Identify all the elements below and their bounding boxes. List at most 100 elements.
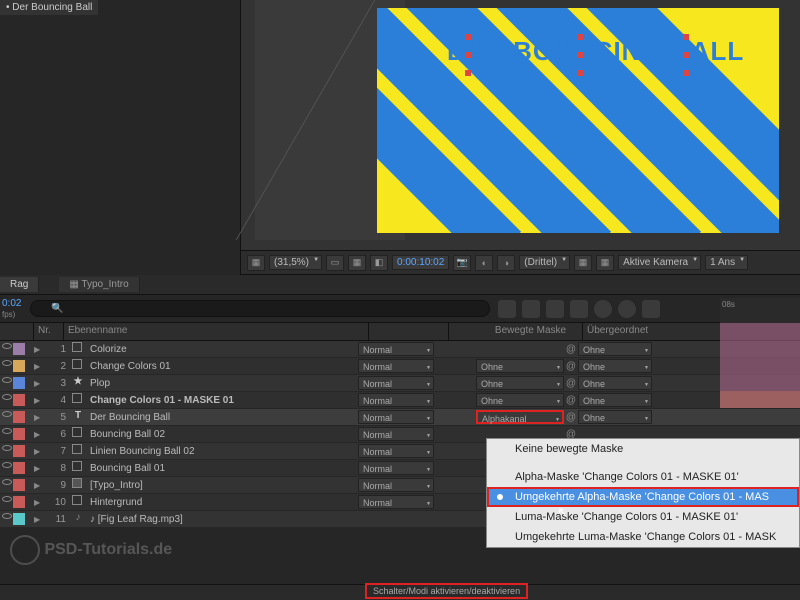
trkmat-dropdown-menu[interactable]: Keine bewegte Maske Alpha-Maske 'Change …: [486, 438, 800, 548]
graph-icon[interactable]: [618, 300, 636, 318]
layer-row[interactable]: ▶3★PlopNormalOhne@Ohne: [0, 375, 800, 392]
label-color[interactable]: [13, 445, 25, 457]
frame-blend-icon[interactable]: [546, 300, 564, 318]
composition-canvas[interactable]: DER BOUNCING BALL: [377, 8, 779, 233]
search-input[interactable]: [30, 300, 490, 317]
parent-dropdown[interactable]: Ohne: [578, 376, 652, 390]
expand-icon[interactable]: ▶: [34, 464, 42, 473]
label-color[interactable]: [13, 394, 25, 406]
pickwhip-icon[interactable]: @: [564, 378, 578, 389]
current-time[interactable]: 0:02fps): [0, 296, 30, 322]
shy-icon[interactable]: [522, 300, 540, 318]
canvas-text[interactable]: DER BOUNCING BALL: [447, 36, 744, 67]
region-icon[interactable]: ◑: [497, 255, 515, 271]
visibility-toggle[interactable]: [2, 479, 12, 485]
dropdown-item-alpha[interactable]: Alpha-Maske 'Change Colors 01 - MASKE 01…: [487, 467, 799, 487]
visibility-toggle[interactable]: [2, 513, 12, 519]
blend-mode-dropdown[interactable]: Normal: [358, 359, 434, 373]
dropdown-item-luma-inverted[interactable]: Umgekehrte Luma-Maske 'Change Colors 01 …: [487, 527, 799, 547]
parent-dropdown[interactable]: Ohne: [578, 410, 652, 424]
pickwhip-icon[interactable]: @: [564, 361, 578, 372]
pickwhip-icon[interactable]: @: [564, 344, 578, 355]
visibility-toggle[interactable]: [2, 428, 12, 434]
expand-icon[interactable]: ▶: [34, 481, 42, 490]
layer-name[interactable]: Colorize: [88, 344, 358, 355]
expand-icon[interactable]: ▶: [34, 396, 42, 405]
visibility-toggle[interactable]: [2, 394, 12, 400]
layer-row[interactable]: ▶1ColorizeNormal@Ohne: [0, 341, 800, 358]
res-dropdown[interactable]: (Drittel): [519, 255, 570, 270]
parent-dropdown[interactable]: Ohne: [578, 393, 652, 407]
visibility-toggle[interactable]: [2, 343, 12, 349]
layer-name[interactable]: ♪ [Fig Leaf Rag.mp3]: [88, 514, 358, 525]
trkmat-dropdown[interactable]: Ohne: [476, 393, 564, 407]
expand-icon[interactable]: ▶: [34, 430, 42, 439]
blend-mode-dropdown[interactable]: Normal: [358, 495, 434, 509]
label-color[interactable]: [13, 496, 25, 508]
pickwhip-icon[interactable]: @: [564, 412, 578, 423]
layer-search[interactable]: [30, 300, 490, 317]
layer-row[interactable]: ▶4Change Colors 01 - MASKE 01NormalOhne@…: [0, 392, 800, 409]
tab-rag[interactable]: Rag: [0, 277, 39, 292]
layer-name[interactable]: Change Colors 01 - MASKE 01: [88, 395, 358, 406]
transparency-icon[interactable]: ▦: [574, 255, 592, 271]
blend-mode-dropdown[interactable]: Normal: [358, 444, 434, 458]
expand-icon[interactable]: ▶: [34, 515, 42, 524]
expand-icon[interactable]: ▶: [34, 498, 42, 507]
expand-icon[interactable]: ▶: [34, 345, 42, 354]
layer-name[interactable]: Linien Bouncing Ball 02: [88, 446, 358, 457]
zoom-dropdown[interactable]: (31,5%): [269, 255, 322, 270]
visibility-toggle[interactable]: [2, 445, 12, 451]
blend-mode-dropdown[interactable]: Normal: [358, 342, 434, 356]
blend-mode-dropdown[interactable]: Normal: [358, 376, 434, 390]
parent-dropdown[interactable]: Ohne: [578, 359, 652, 373]
expand-icon[interactable]: ▶: [34, 379, 42, 388]
label-color[interactable]: [13, 462, 25, 474]
toggle-switches-button[interactable]: Schalter/Modi aktivieren/deaktivieren: [365, 583, 528, 599]
blend-mode-dropdown[interactable]: Normal: [358, 478, 434, 492]
trkmat-dropdown[interactable]: Alphakanal: [476, 410, 564, 424]
layer-name[interactable]: Der Bouncing Ball: [88, 412, 358, 423]
time-ruler[interactable]: 08s: [720, 298, 800, 323]
camera-dropdown[interactable]: Aktive Kamera: [618, 255, 701, 270]
channel-icon[interactable]: ▦: [348, 255, 366, 271]
label-color[interactable]: [13, 360, 25, 372]
label-color[interactable]: [13, 513, 25, 525]
expand-icon[interactable]: ▶: [34, 413, 42, 422]
show-icon[interactable]: ◐: [475, 255, 493, 271]
label-color[interactable]: [13, 479, 25, 491]
layer-name[interactable]: Change Colors 01: [88, 361, 358, 372]
label-color[interactable]: [13, 343, 25, 355]
visibility-toggle[interactable]: [2, 411, 12, 417]
motion-blur-icon[interactable]: [570, 300, 588, 318]
3d-icon[interactable]: ▦: [596, 255, 614, 271]
pickwhip-icon[interactable]: @: [564, 395, 578, 406]
comp-tab[interactable]: • Der Bouncing Ball: [0, 0, 98, 15]
layer-row[interactable]: ▶5TDer Bouncing BallNormalAlphakanal@Ohn…: [0, 409, 800, 426]
label-color[interactable]: [13, 377, 25, 389]
visibility-toggle[interactable]: [2, 360, 12, 366]
dropdown-item-alpha-inverted[interactable]: Umgekehrte Alpha-Maske 'Change Colors 01…: [487, 487, 799, 507]
blend-mode-dropdown[interactable]: Normal: [358, 410, 434, 424]
visibility-toggle[interactable]: [2, 377, 12, 383]
layer-name[interactable]: Hintergrund: [88, 497, 358, 508]
brain-icon[interactable]: [594, 300, 612, 318]
dropdown-item-luma[interactable]: Luma-Maske 'Change Colors 01 - MASKE 01': [487, 507, 799, 527]
blend-mode-dropdown[interactable]: Normal: [358, 393, 434, 407]
toggle-a-icon[interactable]: [498, 300, 516, 318]
expand-icon[interactable]: ▶: [34, 447, 42, 456]
layer-row[interactable]: ▶2Change Colors 01NormalOhne@Ohne: [0, 358, 800, 375]
layer-name[interactable]: Bouncing Ball 01: [88, 463, 358, 474]
toggle-b-icon[interactable]: [642, 300, 660, 318]
timecode[interactable]: 0:00:10:02: [392, 255, 449, 270]
trkmat-dropdown[interactable]: Ohne: [476, 376, 564, 390]
layer-name[interactable]: Plop: [88, 378, 358, 389]
layer-name[interactable]: [Typo_Intro]: [88, 480, 358, 491]
visibility-toggle[interactable]: [2, 462, 12, 468]
parent-dropdown[interactable]: Ohne: [578, 342, 652, 356]
snapshot-icon[interactable]: 📷: [453, 255, 471, 271]
label-color[interactable]: [13, 428, 25, 440]
layer-name[interactable]: Bouncing Ball 02: [88, 429, 358, 440]
blend-mode-dropdown[interactable]: Normal: [358, 427, 434, 441]
tab-typo-intro[interactable]: ▦ Typo_Intro: [59, 277, 139, 292]
